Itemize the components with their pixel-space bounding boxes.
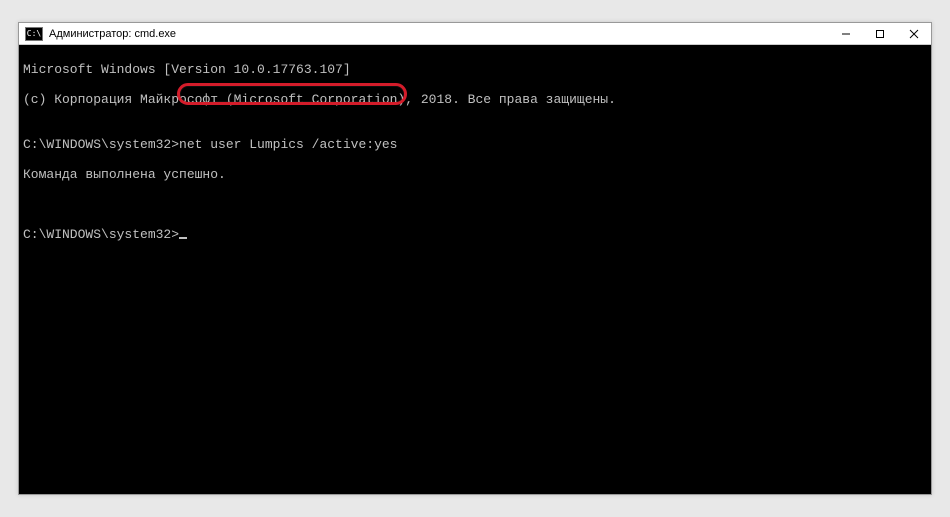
close-button[interactable]	[897, 23, 931, 44]
window-title: Администратор: cmd.exe	[49, 28, 829, 40]
prompt-path: C:\WINDOWS\system32>	[23, 227, 179, 242]
cmd-window: C:\ Администратор: cmd.exe Microsoft Win…	[18, 22, 932, 495]
minimize-button[interactable]	[829, 23, 863, 44]
text-cursor	[179, 237, 187, 239]
window-controls	[829, 23, 931, 44]
maximize-button[interactable]	[863, 23, 897, 44]
entered-command: net user Lumpics /active:yes	[179, 137, 397, 152]
cmd-icon: C:\	[25, 27, 43, 41]
console-line: (c) Корпорация Майкрософт (Microsoft Cor…	[23, 92, 927, 107]
console-line: Команда выполнена успешно.	[23, 167, 927, 182]
close-icon	[909, 29, 919, 39]
titlebar[interactable]: C:\ Администратор: cmd.exe	[19, 23, 931, 45]
prompt-path: C:\WINDOWS\system32>	[23, 137, 179, 152]
console-prompt-line: C:\WINDOWS\system32>	[23, 227, 927, 242]
console-line: Microsoft Windows [Version 10.0.17763.10…	[23, 62, 927, 77]
console-area[interactable]: Microsoft Windows [Version 10.0.17763.10…	[19, 45, 931, 494]
console-prompt-line: C:\WINDOWS\system32>net user Lumpics /ac…	[23, 137, 927, 152]
maximize-icon	[875, 29, 885, 39]
minimize-icon	[841, 29, 851, 39]
